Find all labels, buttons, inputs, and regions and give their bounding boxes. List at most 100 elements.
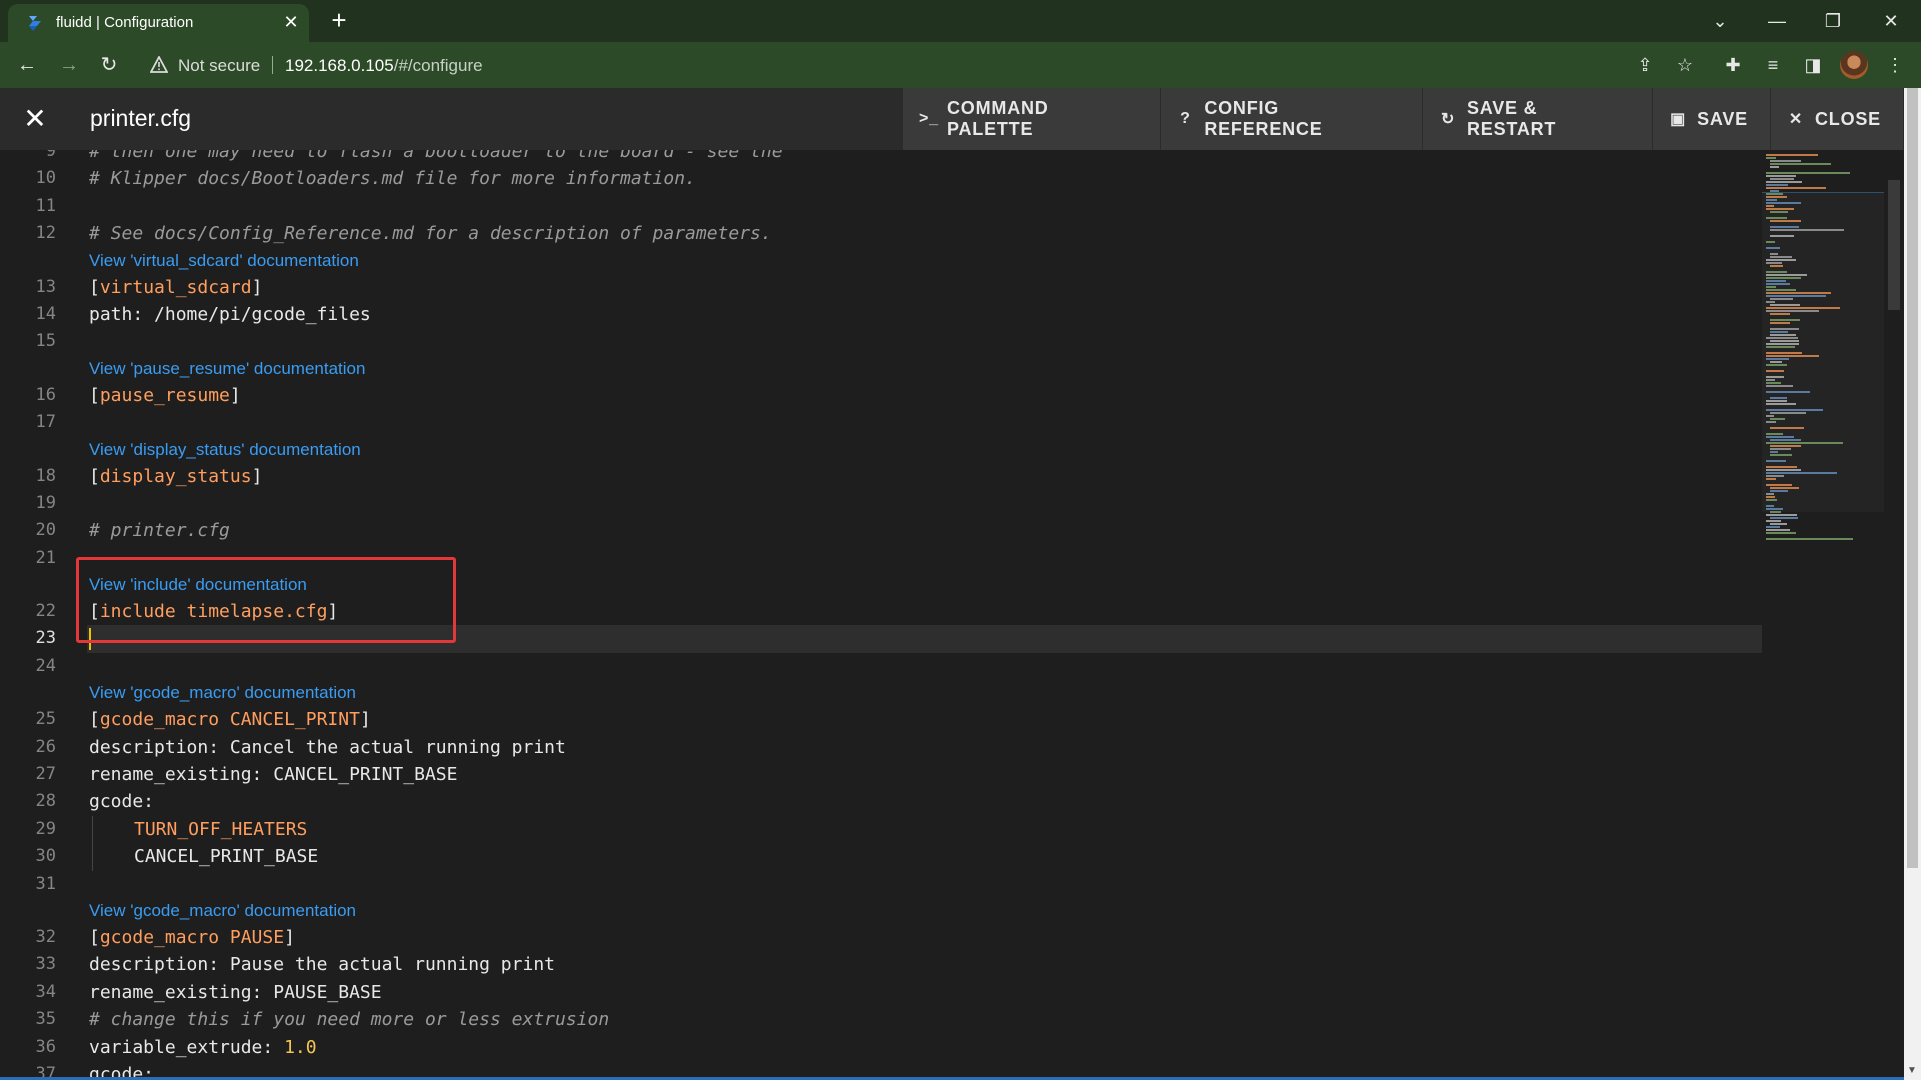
code-line[interactable]: 36 variable_extrude: 1.0 (0, 1034, 1762, 1061)
code-line[interactable]: 25 [gcode_macro CANCEL_PRINT] (0, 706, 1762, 733)
code-line[interactable]: 30 CANCEL_PRINT_BASE (0, 843, 1762, 871)
close-label: CLOSE (1814, 108, 1881, 129)
close-button[interactable]: ✕ CLOSE (1771, 88, 1904, 150)
editor-scrollbar-thumb[interactable] (1888, 180, 1900, 310)
minimap-line (1766, 352, 1802, 354)
close-bracket: ] (251, 276, 263, 298)
gcode-command: TURN_OFF_HEATERS (134, 818, 308, 840)
code-line[interactable]: 29 TURN_OFF_HEATERS (0, 815, 1762, 844)
window-close-icon[interactable]: ✕ (1876, 6, 1906, 36)
line-number: 13 (35, 276, 56, 297)
scroll-down-arrow-icon[interactable]: ▼ (1907, 1065, 1917, 1076)
code-line[interactable]: 35 # change this if you need more or less… (0, 1006, 1762, 1033)
page-scrollbar-thumb[interactable] (1907, 88, 1918, 868)
minimap-line (1766, 403, 1796, 405)
code-line[interactable]: 19 (0, 490, 1762, 517)
code-line[interactable]: 16 [pause_resume] (0, 382, 1762, 409)
documentation-link-row: View 'display_status' documentation (0, 437, 1762, 463)
code-line[interactable]: 27 rename_existing: CANCEL_PRINT_BASE (0, 761, 1762, 788)
code-line[interactable]: 18 [display_status] (0, 463, 1762, 490)
code-line[interactable]: 17 (0, 409, 1762, 436)
open-bracket: [ (89, 465, 100, 487)
media-queue-icon[interactable]: ≡ (1758, 50, 1788, 80)
documentation-link[interactable]: View 'gcode_macro' documentation (89, 680, 356, 706)
side-panel-icon[interactable]: ◨ (1798, 50, 1828, 80)
tab-close-icon[interactable]: ✕ (280, 11, 302, 33)
minimap-line (1766, 187, 1826, 189)
code-line[interactable]: 11 (0, 193, 1762, 220)
code-line[interactable]: 24 (0, 653, 1762, 680)
minimap-line (1770, 511, 1781, 513)
new-tab-icon[interactable]: + (326, 7, 352, 34)
command-palette-label: COMMAND PALETTE (947, 98, 1049, 139)
minimap-line (1766, 346, 1795, 348)
share-icon[interactable]: ⇪ (1630, 50, 1660, 80)
minimap-line (1766, 175, 1796, 177)
code-line[interactable]: 34 rename_existing: PAUSE_BASE (0, 979, 1762, 1006)
extensions-puzzle-icon[interactable]: ✚ (1718, 50, 1748, 80)
config-section-header: [gcode_macro PAUSE] (89, 924, 295, 951)
minimap-line (1766, 181, 1802, 183)
close-bracket: ] (284, 926, 295, 948)
config-reference-button[interactable]: ? CONFIG REFERENCE (1161, 88, 1424, 150)
url-text[interactable]: 192.168.0.105/#/configure (285, 56, 483, 76)
minimap-line (1770, 163, 1831, 165)
code-text: rename_existing: PAUSE_BASE (89, 981, 382, 1003)
line-number: 26 (35, 736, 56, 757)
code-line[interactable]: 28 gcode: (0, 788, 1762, 815)
minimap-line (1766, 355, 1819, 357)
close-editor-icon[interactable]: ✕ (20, 104, 50, 134)
line-number: 18 (35, 465, 56, 486)
section-name: virtual_sdcard (99, 276, 252, 298)
documentation-link[interactable]: View 'virtual_sdcard' documentation (89, 248, 359, 274)
browser-menu-icon[interactable]: ⋮ (1880, 50, 1910, 80)
omnibox[interactable]: Not secure 192.168.0.105/#/configure (138, 48, 1768, 82)
restore-icon[interactable]: ❐ (1818, 6, 1848, 36)
code-line[interactable]: 10 # Klipper docs/Bootloaders.md file for… (0, 165, 1762, 192)
minimap-line (1766, 184, 1788, 186)
line-number: 35 (35, 1009, 56, 1030)
reload-icon[interactable]: ↻ (94, 50, 124, 80)
minimap-line (1770, 226, 1799, 228)
code-line[interactable]: 15 (0, 328, 1762, 355)
line-number: 25 (35, 709, 56, 730)
close-icon: ✕ (1788, 111, 1804, 128)
command-palette-button[interactable]: >_ COMMAND PALETTE (903, 88, 1161, 150)
bookmark-star-icon[interactable]: ☆ (1670, 50, 1700, 80)
minimap-line (1770, 427, 1804, 429)
minimap-line (1770, 454, 1792, 456)
browser-tab[interactable]: fluidd | Configuration ✕ (8, 4, 309, 42)
minimap-line (1766, 460, 1786, 462)
save-restart-button[interactable]: ↻ SAVE & RESTART (1423, 88, 1654, 150)
code-line[interactable]: 26 description: Cancel the actual running… (0, 734, 1762, 761)
code-comment: # change this if you need more or less e… (89, 1009, 610, 1031)
editor-scrollbar[interactable] (1884, 150, 1904, 1080)
minimize-icon[interactable]: — (1762, 6, 1792, 36)
code-line[interactable]: 33 description: Pause the actual running … (0, 951, 1762, 978)
forward-icon[interactable]: → (54, 50, 84, 80)
code-line[interactable]: 12 # See docs/Config_Reference.md for a d… (0, 220, 1762, 247)
minimap[interactable] (1762, 150, 1884, 1080)
save-button[interactable]: ▣ SAVE (1653, 88, 1771, 150)
line-number: 12 (35, 223, 56, 244)
documentation-link[interactable]: View 'display_status' documentation (89, 437, 361, 463)
documentation-link[interactable]: View 'pause_resume' documentation (89, 356, 365, 382)
back-icon[interactable]: ← (12, 50, 42, 80)
minimap-line (1766, 505, 1774, 507)
line-number: 24 (35, 655, 56, 676)
minimap-line (1766, 385, 1793, 387)
code-line[interactable]: 32 [gcode_macro PAUSE] (0, 924, 1762, 951)
code-line[interactable]: 13 [virtual_sdcard] (0, 274, 1762, 301)
code-line[interactable]: 20 # printer.cfg (0, 517, 1762, 544)
line-number: 29 (35, 818, 56, 839)
minimap-line (1766, 337, 1798, 339)
page-scrollbar[interactable]: ▼ (1904, 88, 1921, 1080)
not-secure-label[interactable]: Not secure (178, 56, 260, 76)
documentation-link[interactable]: View 'gcode_macro' documentation (89, 898, 356, 924)
code-line[interactable]: 31 (0, 871, 1762, 898)
profile-avatar[interactable] (1840, 51, 1868, 79)
minimap-line (1766, 196, 1787, 198)
code-line[interactable]: 14 path: /home/pi/gcode_files (0, 301, 1762, 328)
tab-search-chevron-icon[interactable]: ⌄ (1705, 6, 1735, 36)
code-line[interactable]: 9 # then one may need to flash a bootload… (0, 150, 1762, 165)
